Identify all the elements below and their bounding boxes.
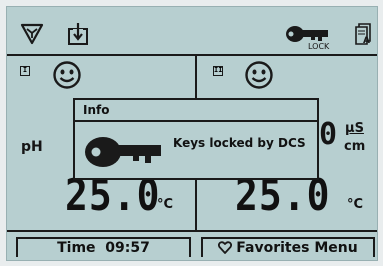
channel-2-value: 0 bbox=[319, 117, 338, 152]
svg-text:A: A bbox=[363, 36, 370, 46]
favorites-menu-button[interactable]: Favorites Menu bbox=[201, 237, 375, 257]
smiley-icon bbox=[52, 60, 82, 90]
document-icon[interactable]: A bbox=[354, 22, 374, 46]
status-divider bbox=[7, 54, 377, 56]
channel-2-badge: II bbox=[213, 66, 223, 76]
lcd-screen: LOCK A I pH 25.0 °C II 0 µS cm 25.0 °C I… bbox=[6, 6, 378, 261]
key-icon bbox=[83, 134, 163, 170]
heart-icon bbox=[218, 241, 233, 259]
bottom-divider bbox=[7, 230, 377, 232]
dialog-message: Keys locked by DCS bbox=[173, 136, 306, 150]
info-dialog: Info Keys locked by DCS bbox=[73, 98, 319, 180]
lock-label: LOCK bbox=[308, 42, 330, 51]
channel-2-unit-bottom: cm bbox=[344, 139, 366, 154]
funnel-icon[interactable] bbox=[20, 22, 44, 46]
channel-2-unit-top: µS bbox=[345, 121, 364, 136]
channel-1-temp-unit: °C bbox=[157, 197, 174, 212]
download-icon[interactable] bbox=[66, 22, 92, 46]
smiley-icon bbox=[244, 60, 274, 90]
key-lock-icon bbox=[285, 24, 329, 44]
favorites-menu-label: Favorites Menu bbox=[236, 240, 358, 256]
channel-1-badge: I bbox=[20, 66, 30, 76]
dialog-title: Info bbox=[75, 100, 317, 122]
channel-2-temp-unit: °C bbox=[347, 197, 364, 212]
time-button[interactable]: Time 09:57 bbox=[16, 237, 191, 257]
channel-1-param: pH bbox=[21, 139, 43, 155]
